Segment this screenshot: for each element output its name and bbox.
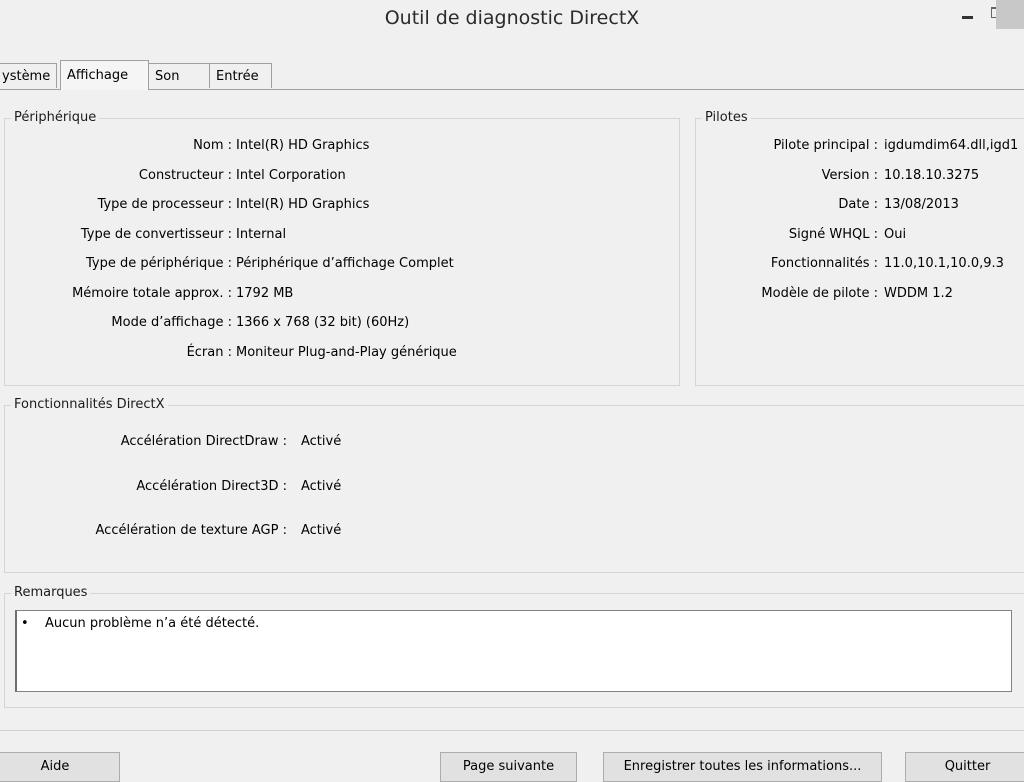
title-bar: Outil de diagnostic DirectX xyxy=(0,0,1024,40)
info-row: Mémoire totale approx. : xyxy=(0,286,232,306)
tab-systeme[interactable]: ystème xyxy=(0,63,57,88)
info-row: Accélération de texture AGP : xyxy=(0,523,287,543)
remarques-textbox[interactable]: • Aucun problème n’a été détecté. xyxy=(15,610,1012,692)
minimize-icon xyxy=(962,16,973,19)
directdraw-label: Accélération DirectDraw : xyxy=(120,434,287,449)
pilotes-legend: Pilotes xyxy=(702,110,751,125)
info-row: Mode d’affichage : xyxy=(0,315,232,335)
remarques-bullet: • xyxy=(21,616,29,631)
info-row: Accélération DirectDraw : xyxy=(0,434,287,454)
tab-affichage[interactable]: Affichage xyxy=(60,60,149,90)
constructeur-value: Intel Corporation xyxy=(236,168,346,183)
date-label: Date : xyxy=(838,197,878,212)
direct3d-label: Accélération Direct3D : xyxy=(136,479,287,494)
close-button[interactable] xyxy=(996,0,1024,29)
info-row: Nom : xyxy=(0,138,232,158)
directdraw-value: Activé xyxy=(301,434,342,449)
minimize-button[interactable] xyxy=(952,0,982,29)
signe-whql-label: Signé WHQL : xyxy=(788,227,878,242)
info-row: Constructeur : xyxy=(0,168,232,188)
info-row: Type de convertisseur : xyxy=(0,227,232,247)
version-label: Version : xyxy=(821,168,878,183)
quitter-button[interactable]: Quitter xyxy=(905,752,1024,782)
fonctionnalites-label: Fonctionnalités : xyxy=(770,256,878,271)
type-convertisseur-label: Type de convertisseur : xyxy=(80,227,232,242)
nom-label: Nom : xyxy=(193,138,232,153)
pilotes-group: Pilotes xyxy=(695,110,1024,386)
enregistrer-button[interactable]: Enregistrer toutes les informations... xyxy=(603,752,882,782)
type-peripherique-label: Type de périphérique : xyxy=(85,256,232,271)
info-row: Version : xyxy=(690,168,878,188)
fonctionnalites-value: 11.0,10.1,10.0,9.3 xyxy=(884,256,1004,271)
remarques-text: Aucun problème n’a été détecté. xyxy=(45,616,260,631)
modele-pilote-label: Modèle de pilote : xyxy=(761,286,878,301)
aide-button[interactable]: Aide xyxy=(0,752,120,782)
ecran-value: Moniteur Plug-and-Play générique xyxy=(236,345,457,360)
mode-affichage-value: 1366 x 768 (32 bit) (60Hz) xyxy=(236,315,410,330)
footer-divider xyxy=(0,730,1024,731)
info-row: Écran : xyxy=(0,345,232,365)
signe-whql-value: Oui xyxy=(884,227,907,242)
memoire-label: Mémoire totale approx. : xyxy=(72,286,232,301)
pilote-principal-label: Pilote principal : xyxy=(773,138,878,153)
type-processeur-label: Type de processeur : xyxy=(97,197,232,212)
type-convertisseur-value: Internal xyxy=(236,227,287,242)
type-processeur-value: Intel(R) HD Graphics xyxy=(236,197,370,212)
agp-value: Activé xyxy=(301,523,342,538)
constructeur-label: Constructeur : xyxy=(138,168,232,183)
tab-son[interactable]: Son xyxy=(148,63,210,88)
peripherique-legend: Périphérique xyxy=(11,110,100,125)
directx-legend: Fonctionnalités DirectX xyxy=(11,397,168,412)
direct3d-value: Activé xyxy=(301,479,342,494)
memoire-value: 1792 MB xyxy=(236,286,294,301)
modele-pilote-value: WDDM 1.2 xyxy=(884,286,953,301)
info-row: Pilote principal : xyxy=(690,138,878,158)
tab-entree[interactable]: Entrée xyxy=(209,63,272,88)
info-row: Signé WHQL : xyxy=(690,227,878,247)
info-row: Type de périphérique : xyxy=(0,256,232,276)
type-peripherique-value: Périphérique d’affichage Complet xyxy=(236,256,454,271)
nom-value: Intel(R) HD Graphics xyxy=(236,138,370,153)
info-row: Type de processeur : xyxy=(0,197,232,217)
info-row: Accélération Direct3D : xyxy=(0,479,287,499)
version-value: 10.18.10.3275 xyxy=(884,168,980,183)
mode-affichage-label: Mode d’affichage : xyxy=(111,315,232,330)
info-row: Modèle de pilote : xyxy=(690,286,878,306)
agp-label: Accélération de texture AGP : xyxy=(95,523,287,538)
page-suivante-button[interactable]: Page suivante xyxy=(440,752,577,782)
info-row: Date : xyxy=(690,197,878,217)
window-title: Outil de diagnostic DirectX xyxy=(384,7,640,29)
info-row: Fonctionnalités : xyxy=(690,256,878,276)
ecran-label: Écran : xyxy=(186,345,232,360)
remarques-legend: Remarques xyxy=(11,585,91,600)
pilote-principal-value: igdumdim64.dll,igd1 xyxy=(884,138,1019,153)
date-value: 13/08/2013 xyxy=(884,197,959,212)
